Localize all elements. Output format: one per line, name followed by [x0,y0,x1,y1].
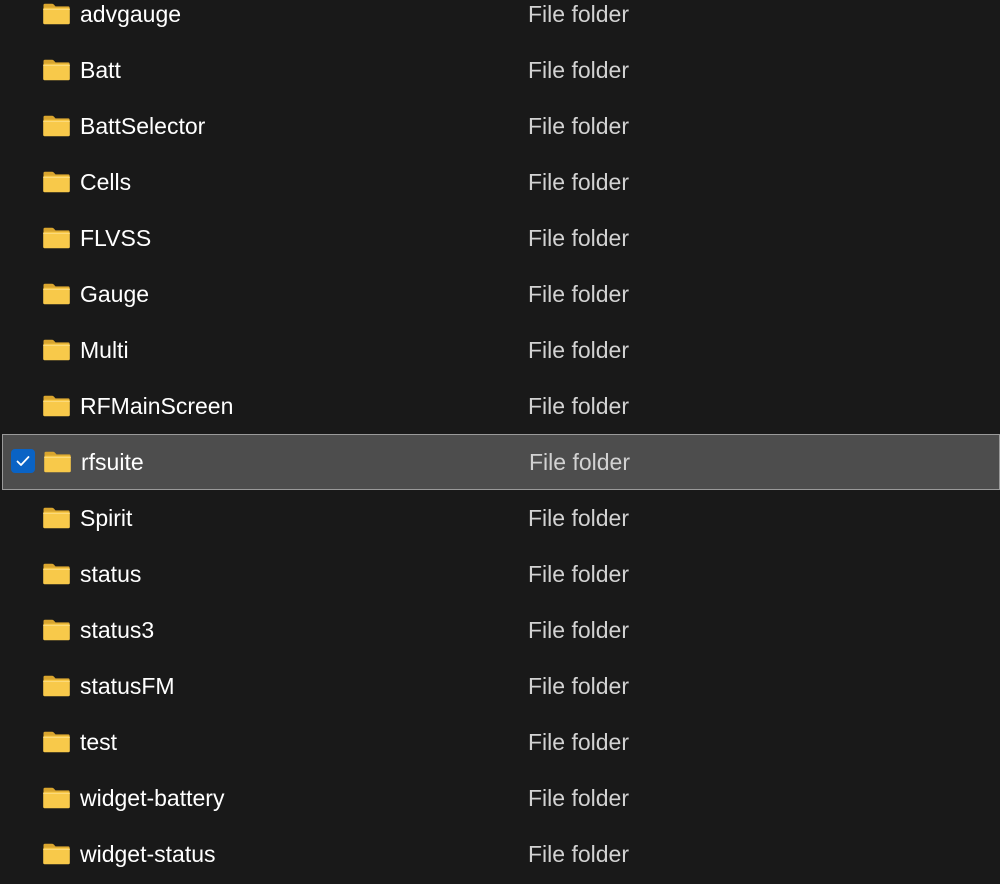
file-name: advgauge [80,1,182,27]
file-row-gauge[interactable]: Gauge File folder [0,266,1000,322]
file-row-widget-status[interactable]: widget-status File folder [0,826,1000,882]
file-name: BattSelector [80,113,206,139]
folder-icon [43,675,70,697]
file-row-rfmainscreen[interactable]: RFMainScreen File folder [0,378,1000,434]
folder-icon [43,507,70,529]
file-name: status [80,561,142,587]
file-type: File folder [528,729,629,755]
folder-icon [43,171,70,193]
file-type: File folder [528,169,629,195]
file-name: RFMainScreen [80,393,234,419]
file-type: File folder [528,113,629,139]
file-list: advgauge File folder Batt File folder Ba… [0,0,1000,882]
file-name: test [80,729,118,755]
folder-icon [43,227,70,249]
file-name: Multi [80,337,129,363]
file-name: FLVSS [80,225,152,251]
file-row-flvss[interactable]: FLVSS File folder [0,210,1000,266]
folder-icon [43,843,70,865]
file-row-widget-battery[interactable]: widget-battery File folder [0,770,1000,826]
file-row-cells[interactable]: Cells File folder [0,154,1000,210]
folder-icon [43,787,70,809]
file-row-advgauge[interactable]: advgauge File folder [0,0,1000,42]
file-name: widget-battery [80,785,225,811]
file-type: File folder [528,505,629,531]
file-type: File folder [528,57,629,83]
file-type: File folder [528,337,629,363]
file-row-spirit[interactable]: Spirit File folder [0,490,1000,546]
file-name: Batt [80,57,121,83]
file-name: Spirit [80,505,133,531]
file-name: Gauge [80,281,150,307]
file-row-multi[interactable]: Multi File folder [0,322,1000,378]
file-type: File folder [528,617,629,643]
file-name: Cells [80,169,132,195]
file-name: status3 [80,617,155,643]
file-type: File folder [528,561,629,587]
file-row-test[interactable]: test File folder [0,714,1000,770]
file-type: File folder [528,785,629,811]
file-name: rfsuite [81,449,144,475]
file-name: widget-status [80,841,216,867]
file-row-rfsuite[interactable]: rfsuite File folder [2,434,1000,490]
file-type: File folder [529,449,630,475]
file-type: File folder [528,1,629,27]
folder-icon [43,339,70,361]
file-type: File folder [528,841,629,867]
folder-icon [43,3,70,25]
file-row-status3[interactable]: status3 File folder [0,602,1000,658]
folder-icon [43,563,70,585]
file-type: File folder [528,281,629,307]
folder-icon [43,731,70,753]
file-row-status[interactable]: status File folder [0,546,1000,602]
folder-icon [44,451,71,473]
folder-icon [43,115,70,137]
folder-icon [43,395,70,417]
checkmark-icon [16,456,30,466]
folder-icon [43,619,70,641]
file-type: File folder [528,673,629,699]
file-type: File folder [528,225,629,251]
folder-icon [43,59,70,81]
selection-checkbox[interactable] [11,449,35,473]
file-name: statusFM [80,673,175,699]
file-row-batt[interactable]: Batt File folder [0,42,1000,98]
file-row-statusfm[interactable]: statusFM File folder [0,658,1000,714]
file-type: File folder [528,393,629,419]
file-row-battselector[interactable]: BattSelector File folder [0,98,1000,154]
folder-icon [43,283,70,305]
